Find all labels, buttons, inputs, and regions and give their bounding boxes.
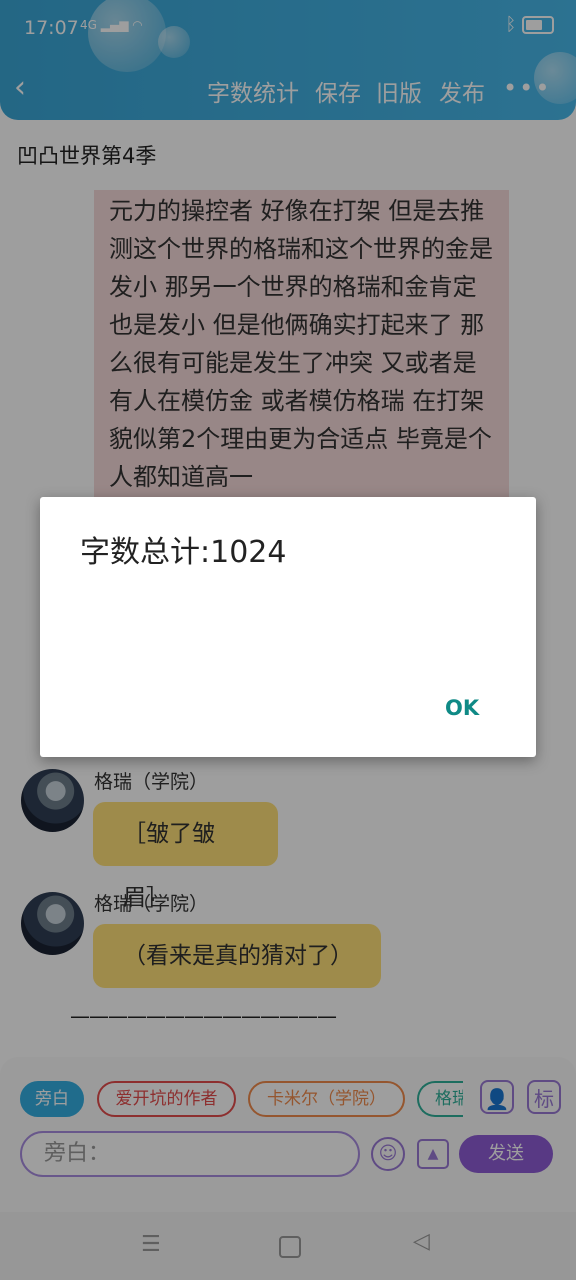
word-count-dialog: 字数总计:1024 OK <box>40 497 536 757</box>
dialog-message: 字数总计:1024 <box>80 535 287 570</box>
ok-button[interactable]: OK <box>445 696 479 720</box>
